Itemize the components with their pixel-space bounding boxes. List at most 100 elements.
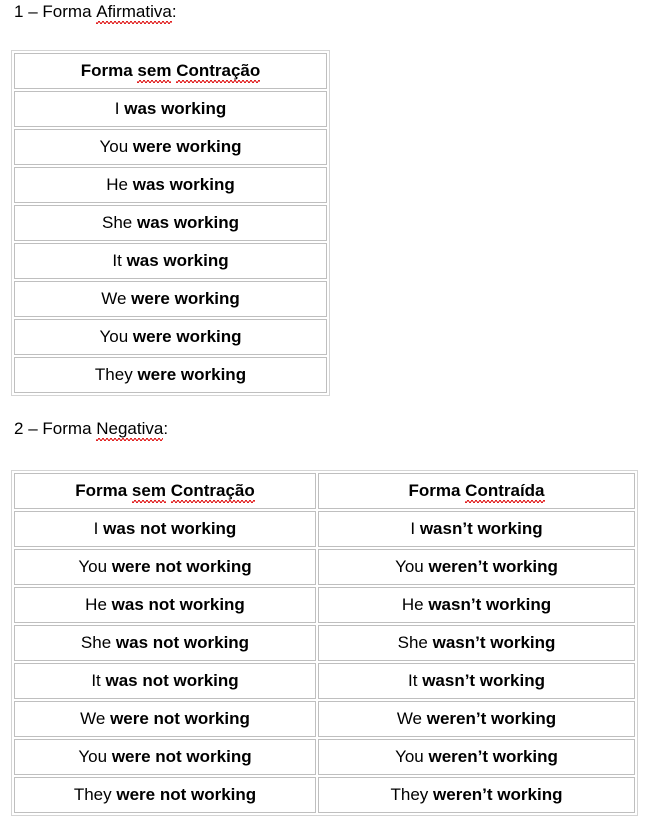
- table1-sentence: She was working: [15, 213, 326, 233]
- predicate: weren’t working: [433, 785, 563, 804]
- subject: She: [101, 213, 133, 232]
- table-row: We were working: [14, 281, 327, 317]
- table-row: He was not working He wasn’t working: [14, 587, 635, 623]
- table2-sentence-right: We weren’t working: [319, 709, 634, 729]
- subject: You: [78, 557, 108, 576]
- subject: They: [73, 785, 112, 804]
- table2-sentence-left: I was not working: [15, 519, 315, 539]
- predicate: was working: [132, 175, 235, 194]
- heading-forma-afirmativa: 1 – Forma Afirmativa:: [14, 2, 177, 24]
- subject: He: [106, 175, 128, 194]
- table2-header-left-text: Forma sem Contração: [15, 481, 315, 503]
- predicate: was working: [136, 213, 239, 232]
- subject: He: [401, 595, 424, 614]
- subject: It: [91, 671, 101, 690]
- predicate: weren’t working: [428, 747, 558, 766]
- subject: She: [397, 633, 428, 652]
- table2-header-right-plain-1: Forma: [408, 481, 466, 500]
- table2-cell-right: They weren’t working: [318, 777, 635, 813]
- predicate: was not working: [103, 519, 237, 538]
- table2-sentence-left: It was not working: [15, 671, 315, 691]
- table-row: I was not working I wasn’t working: [14, 511, 635, 547]
- table1-header-misspelled-2: Contração: [176, 61, 261, 83]
- subject: They: [94, 365, 133, 384]
- table2-header-left-misspelled-1: sem: [131, 481, 166, 503]
- table1-sentence: You were working: [15, 137, 326, 157]
- heading-1-misspelled-word: Afirmativa: [96, 2, 172, 24]
- predicate: were working: [131, 289, 240, 308]
- table-row: It was not working It wasn’t working: [14, 663, 635, 699]
- heading-2-dash: –: [28, 419, 38, 438]
- subject: You: [395, 747, 424, 766]
- table2-header-right-text: Forma Contraída: [319, 481, 634, 503]
- subject: He: [85, 595, 107, 614]
- heading-1-dash: –: [28, 2, 38, 21]
- table1-sentence: We were working: [15, 289, 326, 309]
- subject: You: [78, 747, 108, 766]
- predicate: was working: [126, 251, 229, 270]
- table2-sentence-left: We were not working: [15, 709, 315, 729]
- table2-sentence-right: I wasn’t working: [319, 519, 634, 539]
- table1-cell: He was working: [14, 167, 327, 203]
- table2-cell-left: I was not working: [14, 511, 316, 547]
- table1-cell: We were working: [14, 281, 327, 317]
- subject: You: [99, 327, 129, 346]
- table2-cell-left: You were not working: [14, 549, 316, 585]
- table2-sentence-left: They were not working: [15, 785, 315, 805]
- table2-cell-left: He was not working: [14, 587, 316, 623]
- table2-cell-left: We were not working: [14, 701, 316, 737]
- predicate: weren’t working: [426, 709, 557, 728]
- table1-cell: I was working: [14, 91, 327, 127]
- predicate: were not working: [110, 709, 250, 728]
- table2-header-left-plain-1: Forma: [75, 481, 132, 500]
- table1-cell: You were working: [14, 319, 327, 355]
- table1-cell: They were working: [14, 357, 327, 393]
- table2-sentence-right: It wasn’t working: [319, 671, 634, 691]
- table-row: She was working: [14, 205, 327, 241]
- table-row: You were not working You weren’t working: [14, 739, 635, 775]
- subject: I: [410, 519, 416, 538]
- table2-header-cell-left: Forma sem Contração: [14, 473, 316, 509]
- subject: It: [408, 671, 418, 690]
- subject: They: [390, 785, 429, 804]
- heading-1-text-after: :: [171, 2, 177, 21]
- subject: I: [93, 519, 99, 538]
- table-row: They were not working They weren’t worki…: [14, 777, 635, 813]
- table1-sentence: I was working: [15, 99, 326, 119]
- heading-forma-negativa: 2 – Forma Negativa:: [14, 419, 169, 441]
- table-row-header: Forma sem Contração: [14, 53, 327, 89]
- heading-2-misspelled-word: Negativa: [96, 419, 164, 441]
- heading-1-text-before: Forma: [42, 2, 97, 21]
- table2-header-left-misspelled-2: Contração: [170, 481, 255, 503]
- table1-header-plain-1: Forma: [80, 61, 138, 80]
- predicate: wasn’t working: [428, 595, 552, 614]
- predicate: were not working: [111, 557, 252, 576]
- predicate: was not working: [115, 633, 250, 652]
- table1-cell: She was working: [14, 205, 327, 241]
- table2-cell-right: You weren’t working: [318, 549, 635, 585]
- table2-cell-right: You weren’t working: [318, 739, 635, 775]
- table2-sentence-left: You were not working: [15, 557, 315, 577]
- subject: She: [80, 633, 112, 652]
- table2-sentence-right: You weren’t working: [319, 557, 634, 577]
- table-row: She was not working She wasn’t working: [14, 625, 635, 661]
- heading-2-text-after: :: [163, 419, 169, 438]
- table2-cell-left: They were not working: [14, 777, 316, 813]
- table-row: You were not working You weren’t working: [14, 549, 635, 585]
- table-row: It was working: [14, 243, 327, 279]
- table2-sentence-left: You were not working: [15, 747, 315, 767]
- predicate: were not working: [111, 747, 252, 766]
- subject: We: [80, 709, 106, 728]
- table-row: We were not working We weren’t working: [14, 701, 635, 737]
- table2-sentence-right: They weren’t working: [319, 785, 634, 805]
- table2-header-right-misspelled-1: Contraída: [465, 481, 545, 503]
- document-page: 1 – Forma Afirmativa: Forma sem Contraçã…: [0, 0, 648, 816]
- table-row: He was working: [14, 167, 327, 203]
- table1-header-misspelled-1: sem: [137, 61, 172, 83]
- table1-header-text: Forma sem Contração: [15, 61, 326, 83]
- table-row: I was working: [14, 91, 327, 127]
- table-forma-negativa: Forma sem Contração Forma Contraída I wa…: [11, 470, 638, 816]
- predicate: were working: [132, 327, 242, 346]
- table2-cell-left: You were not working: [14, 739, 316, 775]
- subject: We: [396, 709, 423, 728]
